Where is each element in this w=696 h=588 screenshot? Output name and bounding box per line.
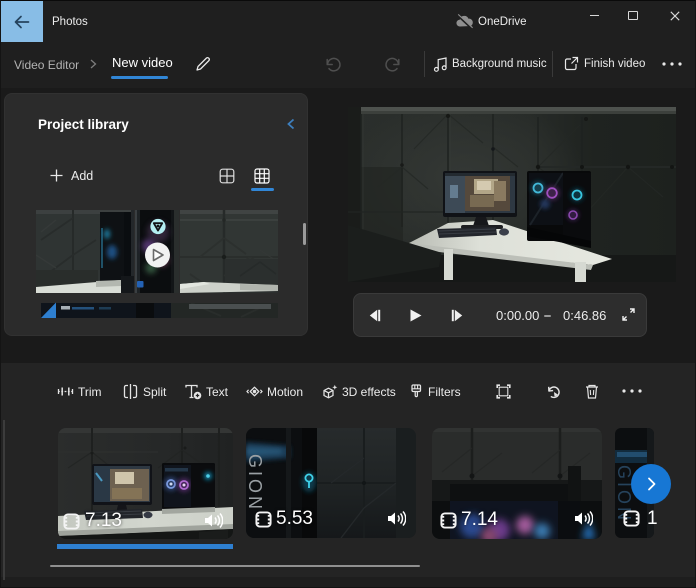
svg-text:GION: GION bbox=[246, 454, 265, 512]
